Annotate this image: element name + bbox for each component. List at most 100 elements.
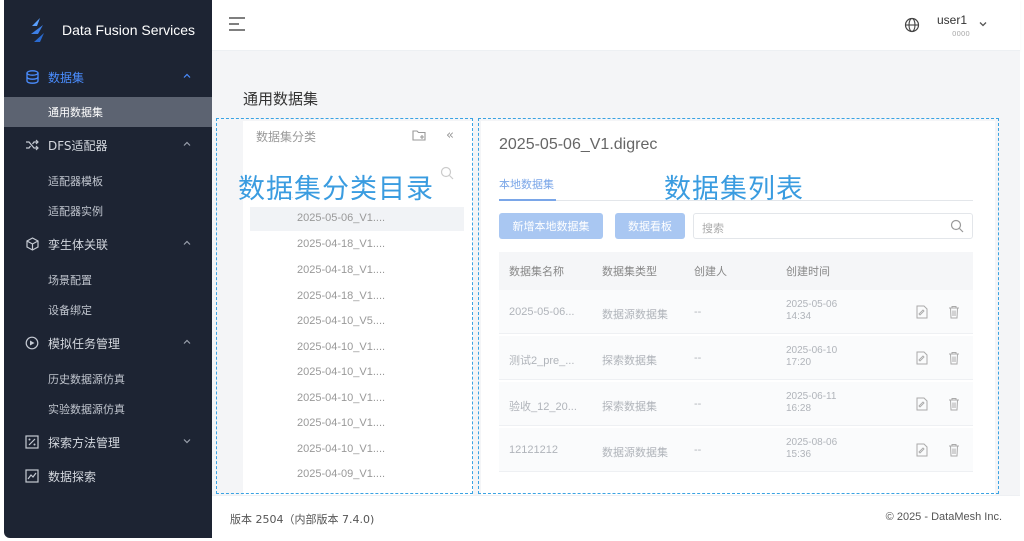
chart-icon [24, 468, 40, 484]
category-item[interactable]: 2025-04-10_V1.... [297, 392, 385, 404]
sidebar-group-simulation-tasks[interactable]: 模拟任务管理 [4, 326, 212, 360]
sidebar-item-label: 适配器模板 [48, 175, 103, 188]
data-dashboard-button[interactable]: 数据看板 [615, 213, 685, 239]
cell-name: 12121212 [509, 444, 558, 456]
collapse-panel-icon[interactable]: « [446, 128, 454, 143]
sidebar-item-history-sim[interactable]: 历史数据源仿真 [4, 364, 212, 394]
cell-name: 测试2_pre_... [509, 355, 575, 367]
category-panel-title: 数据集分类 [256, 130, 317, 144]
sidebar-group-label: 数据探索 [48, 469, 97, 484]
sidebar-group-datasets[interactable]: 数据集 [4, 60, 212, 94]
sidebar-item-device-binding[interactable]: 设备绑定 [4, 295, 212, 325]
category-item[interactable]: 2025-05-06_V1.... [297, 212, 385, 224]
column-header-created-time: 创建时间 [786, 265, 830, 278]
top-header: user1 0000 [212, 0, 1020, 51]
category-item[interactable]: 2025-04-09_V1.... [297, 468, 385, 480]
add-local-dataset-button[interactable]: 新增本地数据集 [499, 213, 603, 239]
category-item[interactable]: 2025-04-10_V1.... [297, 417, 385, 429]
dataset-title: 2025-05-06_V1.digrec [499, 136, 658, 153]
delete-trash-icon[interactable] [948, 443, 960, 457]
chevron-up-icon [183, 73, 191, 78]
search-input[interactable]: 搜索 [693, 213, 973, 239]
category-item[interactable]: 2025-04-18_V1.... [297, 238, 385, 250]
sidebar-item-label: 设备绑定 [48, 304, 92, 317]
edit-document-icon[interactable] [916, 443, 928, 457]
cell-type: 数据源数据集 [602, 447, 668, 459]
chevron-up-icon [183, 141, 191, 146]
sidebar-item-label: 通用数据集 [48, 106, 103, 119]
chevron-down-icon [183, 439, 191, 444]
sidebar: Data Fusion Services 数据集 通用数据集 DFS适配器 适配… [4, 0, 212, 538]
page-title: 通用数据集 [243, 90, 319, 108]
chevron-down-icon[interactable] [978, 19, 988, 29]
sidebar-group-data-explore[interactable]: 数据探索 [4, 459, 212, 493]
sidebar-group-label: 孪生体关联 [48, 237, 109, 252]
delete-trash-icon[interactable] [948, 305, 960, 319]
sidebar-group-explore-methods[interactable]: 探索方法管理 [4, 425, 212, 459]
brand[interactable]: Data Fusion Services [4, 0, 212, 60]
cell-creator: -- [694, 352, 702, 364]
chevron-up-icon [183, 240, 191, 245]
category-item[interactable]: 2025-04-10_V1.... [297, 443, 385, 455]
chevron-up-icon [183, 339, 191, 344]
copyright-text: © 2025 - DataMesh Inc. [885, 511, 1002, 523]
edit-document-icon[interactable] [916, 351, 928, 365]
simulation-icon [24, 335, 40, 351]
sidebar-group-twin-association[interactable]: 孪生体关联 [4, 227, 212, 261]
app-root: Data Fusion Services 数据集 通用数据集 DFS适配器 适配… [0, 0, 1024, 541]
cell-date: 2025-06-11 [786, 391, 837, 402]
sidebar-group-label: DFS适配器 [48, 138, 108, 153]
search-placeholder: 搜索 [702, 222, 724, 235]
category-item[interactable]: 2025-04-10_V5.... [297, 315, 385, 327]
edit-document-icon[interactable] [916, 397, 928, 411]
sidebar-item-adapter-instance[interactable]: 适配器实例 [4, 196, 212, 226]
brand-name: Data Fusion Services [62, 22, 196, 38]
column-header-name: 数据集名称 [509, 265, 564, 278]
cell-type: 数据源数据集 [602, 309, 668, 321]
search-icon[interactable] [950, 219, 964, 233]
cell-name: 验收_12_20... [509, 401, 577, 413]
annotation-label-dataset-list: 数据集列表 [664, 174, 804, 205]
sidebar-item-experiment-sim[interactable]: 实验数据源仿真 [4, 394, 212, 424]
footer: 版本 2504（内部版本 7.4.0) © 2025 - DataMesh In… [212, 495, 1020, 539]
sidebar-item-scene-config[interactable]: 场景配置 [4, 265, 212, 295]
cell-name: 2025-05-06... [509, 306, 575, 318]
version-text: 版本 2504（内部版本 7.4.0) [230, 513, 375, 526]
category-item[interactable]: 2025-04-10_V1.... [297, 366, 385, 378]
sidebar-group-dfs-adapter[interactable]: DFS适配器 [4, 128, 212, 162]
category-item[interactable]: 2025-04-18_V1.... [297, 290, 385, 302]
language-globe-icon[interactable] [904, 17, 920, 33]
cell-creator: -- [694, 306, 702, 318]
edit-document-icon[interactable] [916, 305, 928, 319]
menu-toggle-icon[interactable] [228, 16, 246, 32]
cell-time: 16:28 [786, 403, 812, 414]
tab-local-datasets[interactable]: 本地数据集 [499, 176, 554, 192]
table-header [499, 252, 973, 290]
delete-trash-icon[interactable] [948, 397, 960, 411]
sidebar-item-general-dataset[interactable]: 通用数据集 [4, 97, 212, 127]
cell-creator: -- [694, 398, 702, 410]
category-item[interactable]: 2025-04-18_V1.... [297, 264, 385, 276]
search-icon[interactable] [440, 166, 454, 180]
column-header-creator: 创建人 [694, 265, 727, 278]
cell-time: 17:20 [786, 357, 812, 368]
percent-icon [24, 434, 40, 450]
user-subtitle: 0000 [952, 30, 970, 38]
cell-type: 探索数据集 [602, 401, 657, 413]
cell-date: 2025-06-10 [786, 345, 838, 356]
sidebar-item-adapter-template[interactable]: 适配器模板 [4, 166, 212, 196]
shuffle-icon [24, 137, 40, 153]
sidebar-group-label: 模拟任务管理 [48, 336, 121, 351]
brand-logo-icon [31, 18, 44, 42]
category-item[interactable]: 2025-04-10_V1.... [297, 341, 385, 353]
cell-time: 15:36 [786, 449, 812, 460]
add-folder-icon[interactable] [412, 129, 426, 141]
cube-icon [24, 236, 40, 252]
column-header-type: 数据集类型 [602, 265, 657, 278]
delete-trash-icon[interactable] [948, 351, 960, 365]
user-name[interactable]: user1 [937, 13, 967, 27]
table-row[interactable] [499, 428, 973, 472]
database-icon [24, 69, 40, 85]
annotation-label-categories: 数据集分类目录 [238, 174, 434, 205]
tab-active-indicator [499, 199, 556, 201]
